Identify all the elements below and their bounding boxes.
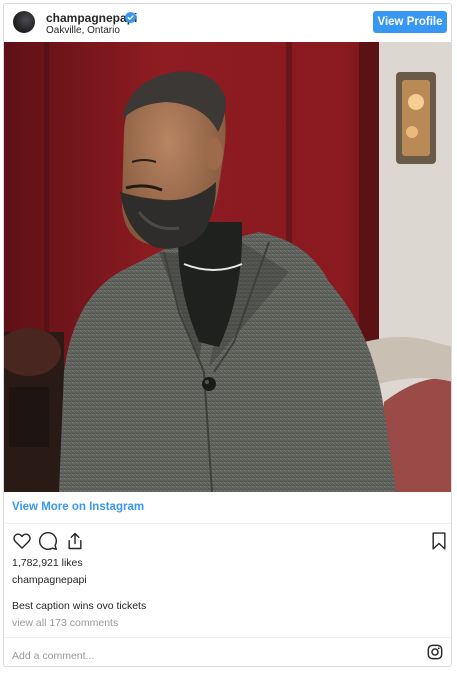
view-profile-button[interactable]: View Profile: [373, 11, 447, 33]
share-icon[interactable]: [65, 531, 85, 551]
view-more-on-instagram-link[interactable]: View More on Instagram: [12, 501, 144, 513]
username[interactable]: champagnepapi: [46, 11, 137, 25]
heart-icon[interactable]: [12, 531, 32, 551]
instagram-embed-card: champagnepapi Oakville, Ontario View Pro…: [3, 3, 452, 667]
divider: [4, 637, 451, 638]
bookmark-icon[interactable]: [429, 531, 449, 551]
divider: [4, 523, 451, 524]
verified-badge-icon: [125, 12, 136, 23]
instagram-logo-icon[interactable]: [427, 644, 443, 660]
location-label[interactable]: Oakville, Ontario: [46, 25, 120, 36]
avatar[interactable]: [13, 11, 35, 33]
post-header: champagnepapi Oakville, Ontario View Pro…: [4, 4, 451, 42]
view-all-comments-link[interactable]: view all 173 comments: [12, 617, 118, 629]
post-photo[interactable]: [4, 42, 452, 492]
likes-count[interactable]: 1,782,921 likes: [12, 557, 83, 569]
add-comment-link[interactable]: Add a comment...: [12, 650, 94, 662]
comment-icon[interactable]: [38, 531, 58, 551]
post-caption: Best caption wins ovo tickets: [12, 600, 147, 612]
post-owner-username[interactable]: champagnepapi: [12, 574, 87, 586]
